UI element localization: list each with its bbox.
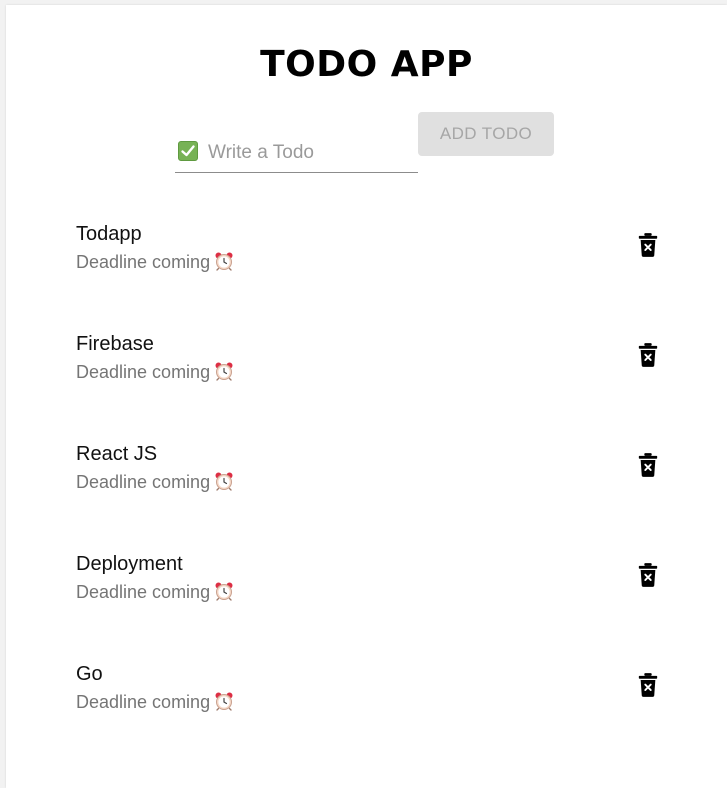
todo-item: Go Deadline coming xyxy=(6,653,727,763)
todo-list: Todapp Deadline coming Firebase Deadline co… xyxy=(6,213,727,763)
delete-icon xyxy=(637,672,659,701)
alarm-clock-icon xyxy=(214,691,234,711)
todo-deadline-label: Deadline coming xyxy=(76,581,234,602)
delete-todo-button[interactable] xyxy=(634,231,662,261)
todo-card: TODO APP ADD TODO TodappDeadline comingF… xyxy=(6,5,727,788)
delete-icon xyxy=(637,562,659,591)
todo-deadline-label: Deadline coming xyxy=(76,471,234,492)
delete-icon xyxy=(637,232,659,261)
todo-item: Firebase Deadline coming xyxy=(6,323,727,433)
delete-todo-button[interactable] xyxy=(634,451,662,481)
todo-text: Todapp xyxy=(76,223,142,245)
alarm-clock-icon xyxy=(214,251,234,271)
todo-subtitle: Deadline coming xyxy=(76,472,211,492)
delete-icon xyxy=(637,452,659,481)
delete-icon xyxy=(637,342,659,371)
alarm-clock-icon xyxy=(214,471,234,491)
todo-text: Go xyxy=(76,663,103,685)
todo-deadline-label: Deadline coming xyxy=(76,691,234,712)
alarm-clock-icon xyxy=(214,581,234,601)
todo-item: Todapp Deadline coming xyxy=(6,213,727,323)
add-todo-button[interactable]: ADD TODO xyxy=(418,112,554,156)
delete-todo-button[interactable] xyxy=(634,561,662,591)
todo-subtitle: Deadline coming xyxy=(76,362,211,382)
check-mark-box-icon xyxy=(178,141,198,161)
page-title: TODO APP xyxy=(260,44,473,85)
todo-input[interactable] xyxy=(208,138,413,168)
delete-todo-button[interactable] xyxy=(634,671,662,701)
todo-subtitle: Deadline coming xyxy=(76,692,211,712)
todo-subtitle: Deadline coming xyxy=(76,252,211,272)
todo-deadline-label: Deadline coming xyxy=(76,251,234,272)
alarm-clock-icon xyxy=(214,361,234,381)
todo-text: Deployment xyxy=(76,553,183,575)
todo-item: React JS Deadline coming xyxy=(6,433,727,543)
todo-input-container xyxy=(175,138,418,173)
todo-deadline-label: Deadline coming xyxy=(76,361,234,382)
todo-item: Deployment Deadline coming xyxy=(6,543,727,653)
todo-text: Firebase xyxy=(76,333,154,355)
todo-text: React JS xyxy=(76,443,158,465)
todo-subtitle: Deadline coming xyxy=(76,582,211,602)
delete-todo-button[interactable] xyxy=(634,341,662,371)
